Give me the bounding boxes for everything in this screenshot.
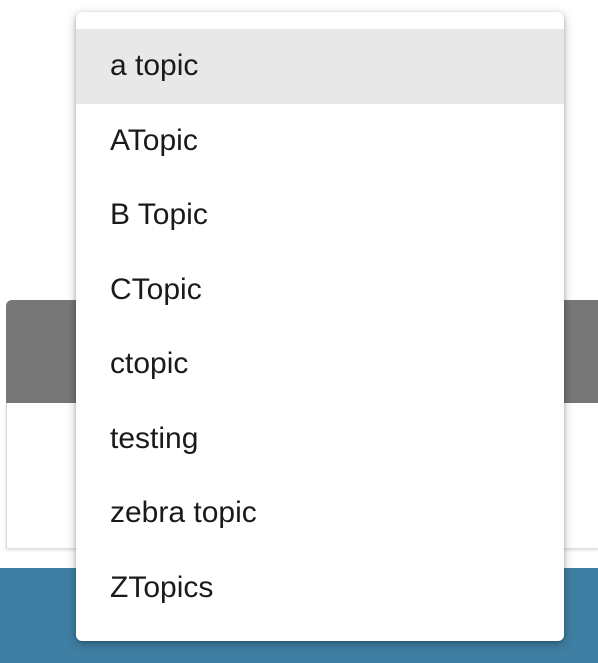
topic-option-testing[interactable]: testing <box>76 402 564 477</box>
topic-option-b-topic[interactable]: B Topic <box>76 178 564 253</box>
topic-option-zebra-topic[interactable]: zebra topic <box>76 476 564 551</box>
topic-dropdown-menu: a topic ATopic B Topic CTopic ctopic tes… <box>76 12 564 641</box>
topic-option-ctopic-upper[interactable]: CTopic <box>76 253 564 328</box>
screen: a topic ATopic B Topic CTopic ctopic tes… <box>0 0 598 663</box>
topic-option-atopic[interactable]: ATopic <box>76 104 564 179</box>
topic-option-list: a topic ATopic B Topic CTopic ctopic tes… <box>76 29 564 625</box>
topic-option-ctopic-lower[interactable]: ctopic <box>76 327 564 402</box>
topic-option-ztopics[interactable]: ZTopics <box>76 551 564 626</box>
topic-option-a-topic[interactable]: a topic <box>76 29 564 104</box>
